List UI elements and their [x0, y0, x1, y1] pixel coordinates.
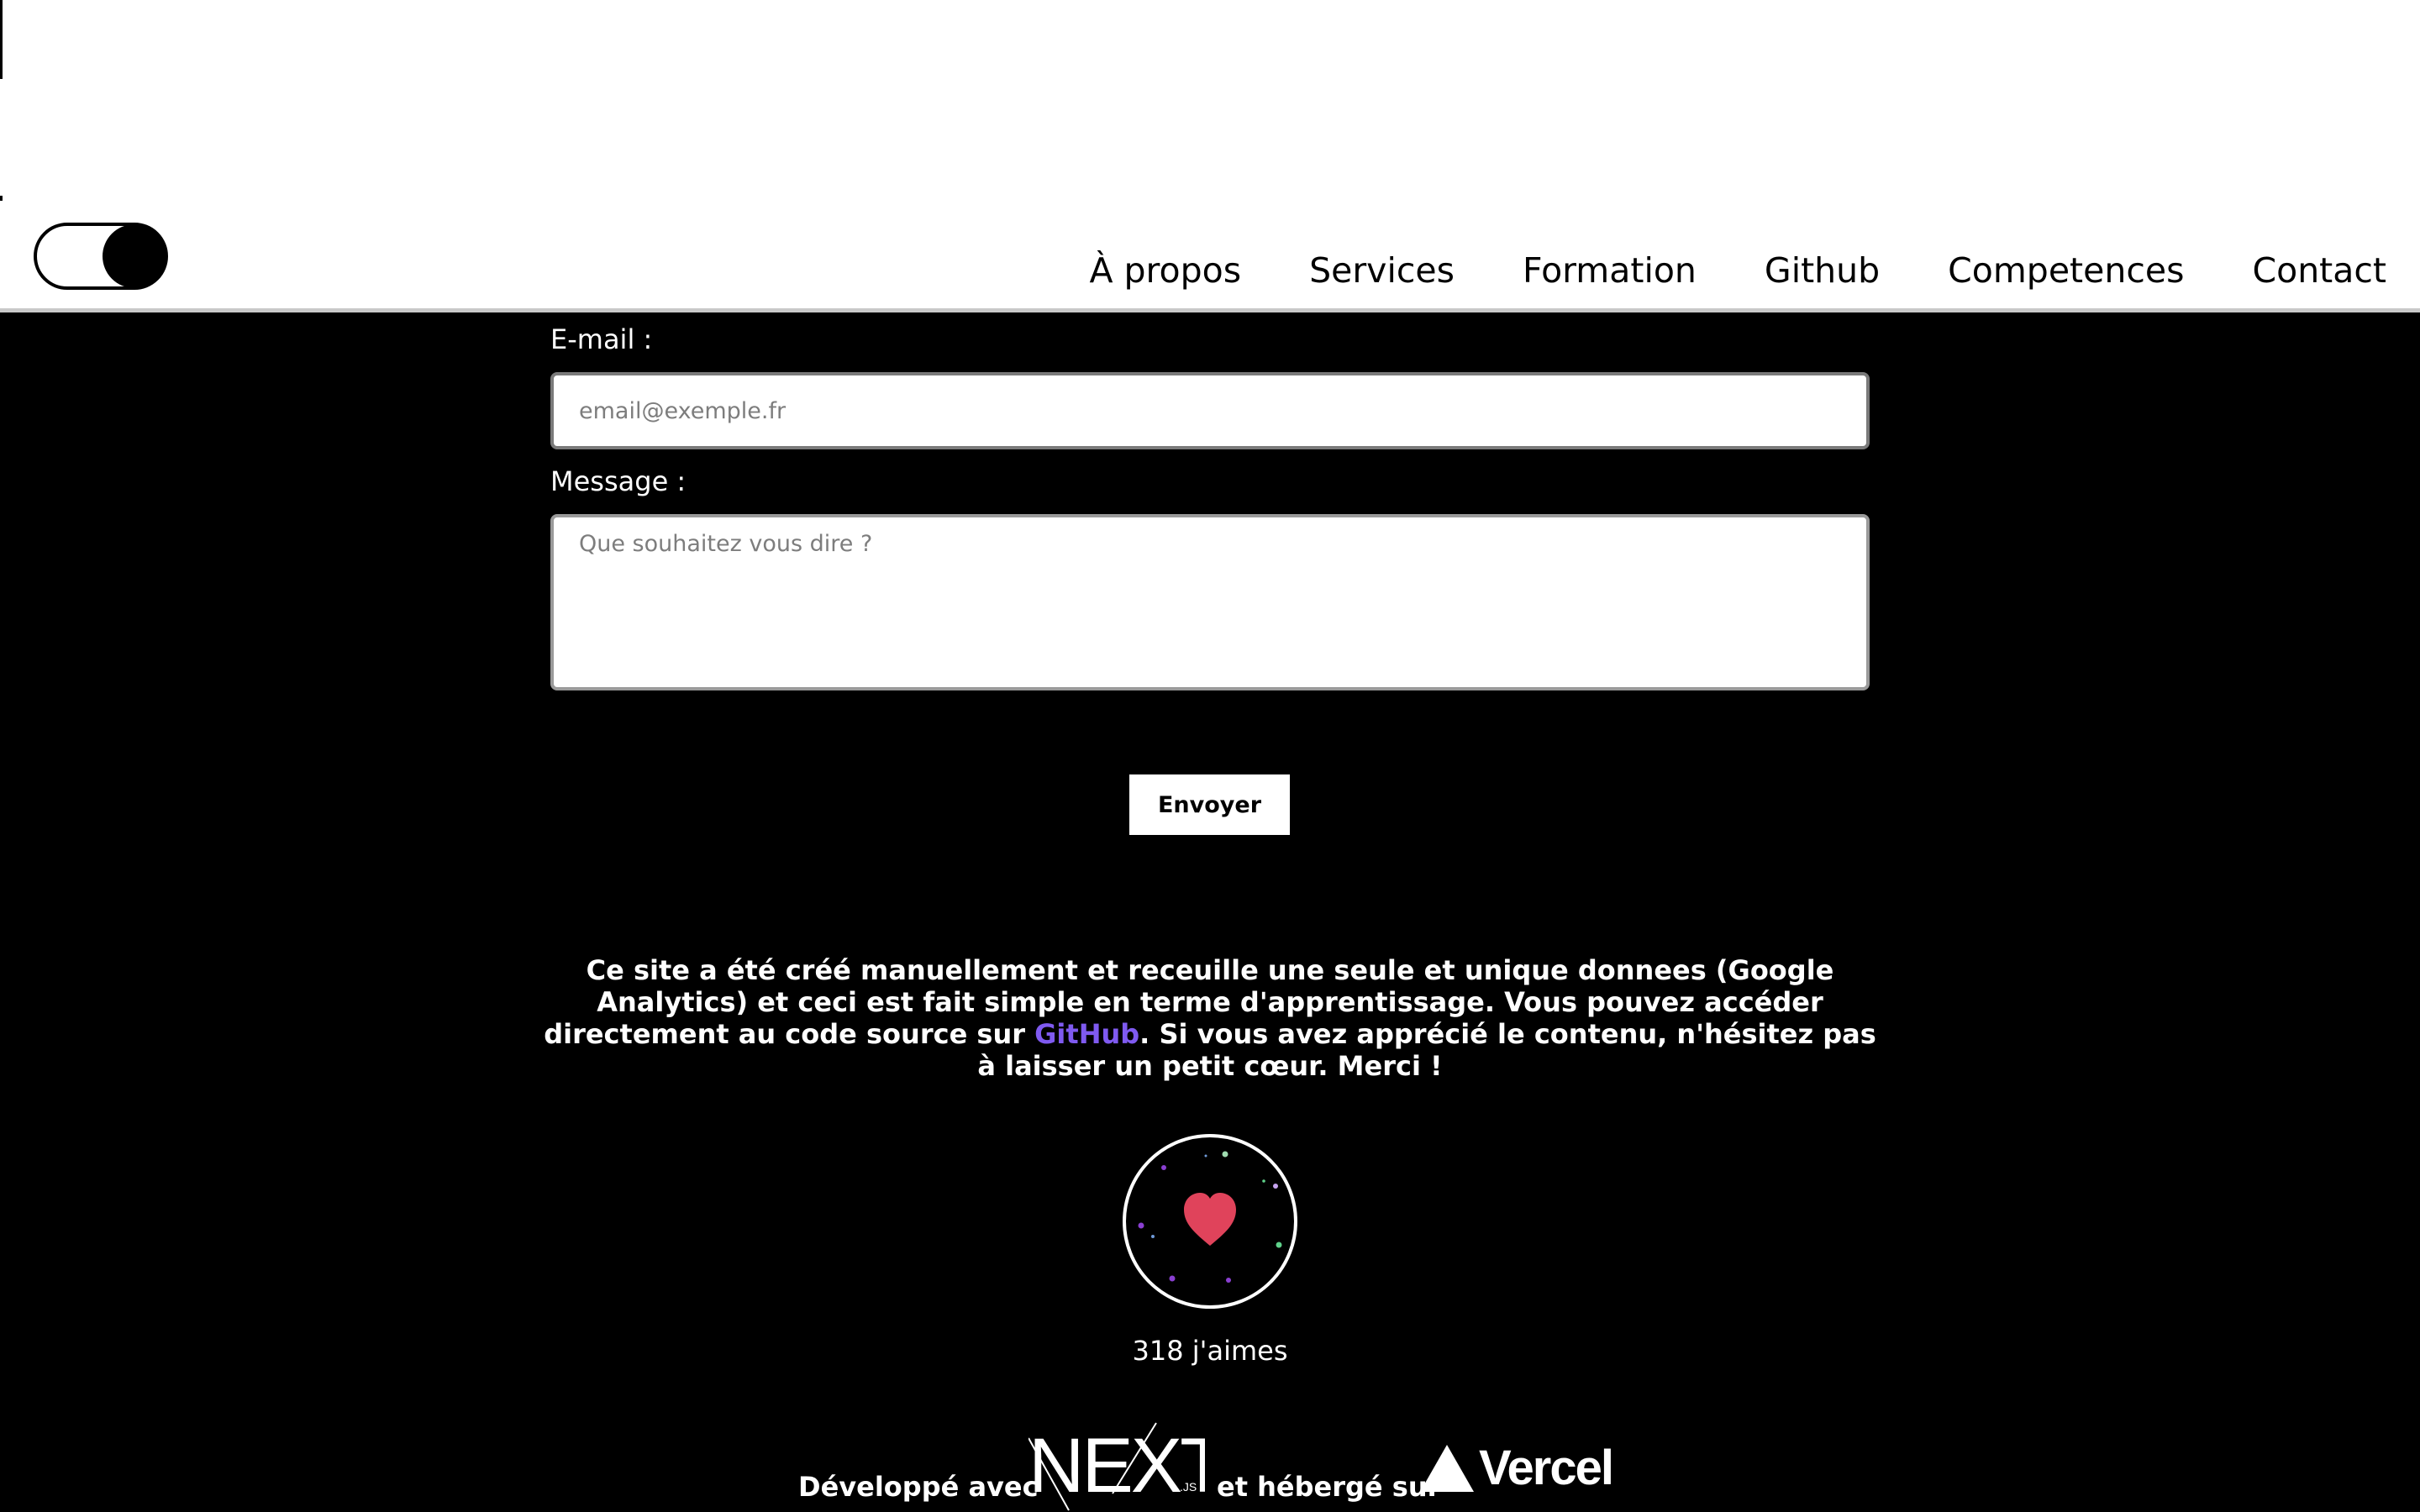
developed-with-label: Développé avec	[798, 1471, 1039, 1503]
email-field[interactable]	[550, 372, 1870, 449]
nav-item-a-propos[interactable]: À propos	[1089, 245, 1241, 296]
nav-item-services[interactable]: Services	[1309, 245, 1455, 296]
text-cursor	[0, 0, 3, 79]
message-field[interactable]	[550, 514, 1870, 690]
nav-item-contact[interactable]: Contact	[2252, 245, 2386, 296]
hosted-on-label: et hébergé sur	[1217, 1471, 1441, 1503]
cursor-mark	[0, 196, 3, 201]
theme-toggle[interactable]	[34, 223, 168, 290]
nav-item-formation[interactable]: Formation	[1523, 245, 1697, 296]
github-link[interactable]: GitHub	[1034, 1018, 1139, 1050]
send-button[interactable]: Envoyer	[1129, 774, 1290, 835]
nav-item-competences[interactable]: Competences	[1948, 245, 2184, 296]
site-note: Ce site a été créé manuellement et receu…	[538, 954, 1882, 1082]
nextjs-logo: NEXT .JS	[1028, 1422, 1205, 1511]
main-nav: À propos Services Formation Github Compe…	[1089, 245, 2386, 296]
vercel-logo: Vercel	[1420, 1441, 1614, 1495]
toggle-knob	[103, 224, 166, 288]
top-header: À propos Services Formation Github Compe…	[0, 0, 2420, 312]
email-label: E-mail :	[550, 323, 653, 355]
heart-icon	[1138, 1151, 1282, 1283]
likes-count: 318 j'aimes	[1132, 1335, 1288, 1367]
vercel-name: Vercel	[1479, 1441, 1614, 1495]
nav-item-github[interactable]: Github	[1765, 245, 1880, 296]
vercel-triangle-icon	[1420, 1445, 1474, 1492]
nextjs-logo-text: NEXT	[1028, 1423, 1205, 1509]
message-label: Message :	[550, 465, 687, 497]
nextjs-logo-suffix: .JS	[1180, 1480, 1197, 1494]
like-button[interactable]	[1123, 1134, 1297, 1309]
